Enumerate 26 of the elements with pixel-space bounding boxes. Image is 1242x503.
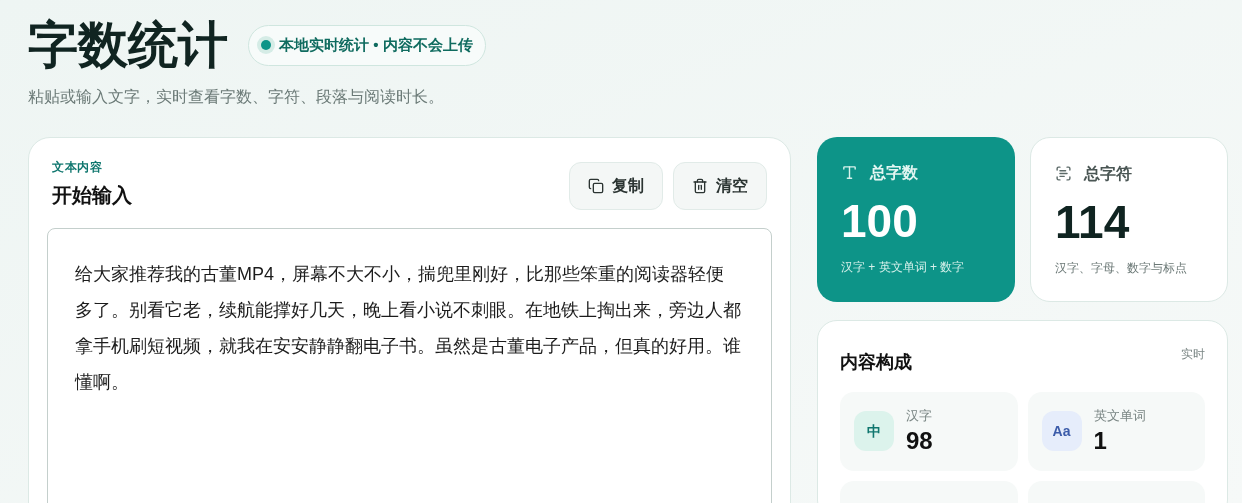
editor-title: 开始输入 xyxy=(52,182,132,208)
section-eyebrow: 文本内容 xyxy=(52,158,104,176)
clear-button[interactable]: 清空 xyxy=(673,161,767,210)
tile-label: 汉字 xyxy=(906,407,933,426)
stat-note: 汉字、字母、数字与标点 xyxy=(1055,260,1188,277)
scan-text-icon xyxy=(1055,165,1072,182)
text-input-field[interactable]: 给大家推荐我的古董MP4，屏幕不大不小，揣兜里刚好，比那些笨重的阅读器轻便多了。别看它老，续航能撑好几天，晚上看小说不刺眼。在地铁上掏出来，旁边人都拿手机刷短视频，就我在安安静静翻电子书。虽然是古董电子产品，但真的好用。谁懂啊。 xyxy=(47,227,772,503)
page-title: 字数统计 xyxy=(28,16,228,75)
copy-icon xyxy=(588,177,604,194)
stat-value: 114 xyxy=(1055,194,1131,250)
page-subtitle: 粘贴或输入文字，实时查看字数、字符、段落与阅读时长。 xyxy=(28,86,445,107)
live-label: 实时 xyxy=(1181,345,1205,363)
stat-label: 总字数 xyxy=(870,162,918,183)
stat-value: 100 xyxy=(841,193,919,249)
composition-title: 内容构成 xyxy=(840,350,912,374)
trash-icon xyxy=(692,177,708,194)
tile-value: 98 xyxy=(906,425,933,456)
tile-label: 英文单词 xyxy=(1093,407,1146,426)
text-icon xyxy=(841,164,858,181)
copy-button[interactable]: 复制 xyxy=(569,161,663,210)
stat-note: 汉字 + 英文单词 + 数字 xyxy=(841,259,966,276)
status-badge: 本地实时统计 • 内容不会上传 xyxy=(248,25,486,66)
type-badge: 中 xyxy=(854,411,894,451)
tile-value: 1 xyxy=(1093,425,1108,456)
stat-label: 总字符 xyxy=(1084,163,1132,184)
type-badge: Aa xyxy=(1041,411,1082,451)
